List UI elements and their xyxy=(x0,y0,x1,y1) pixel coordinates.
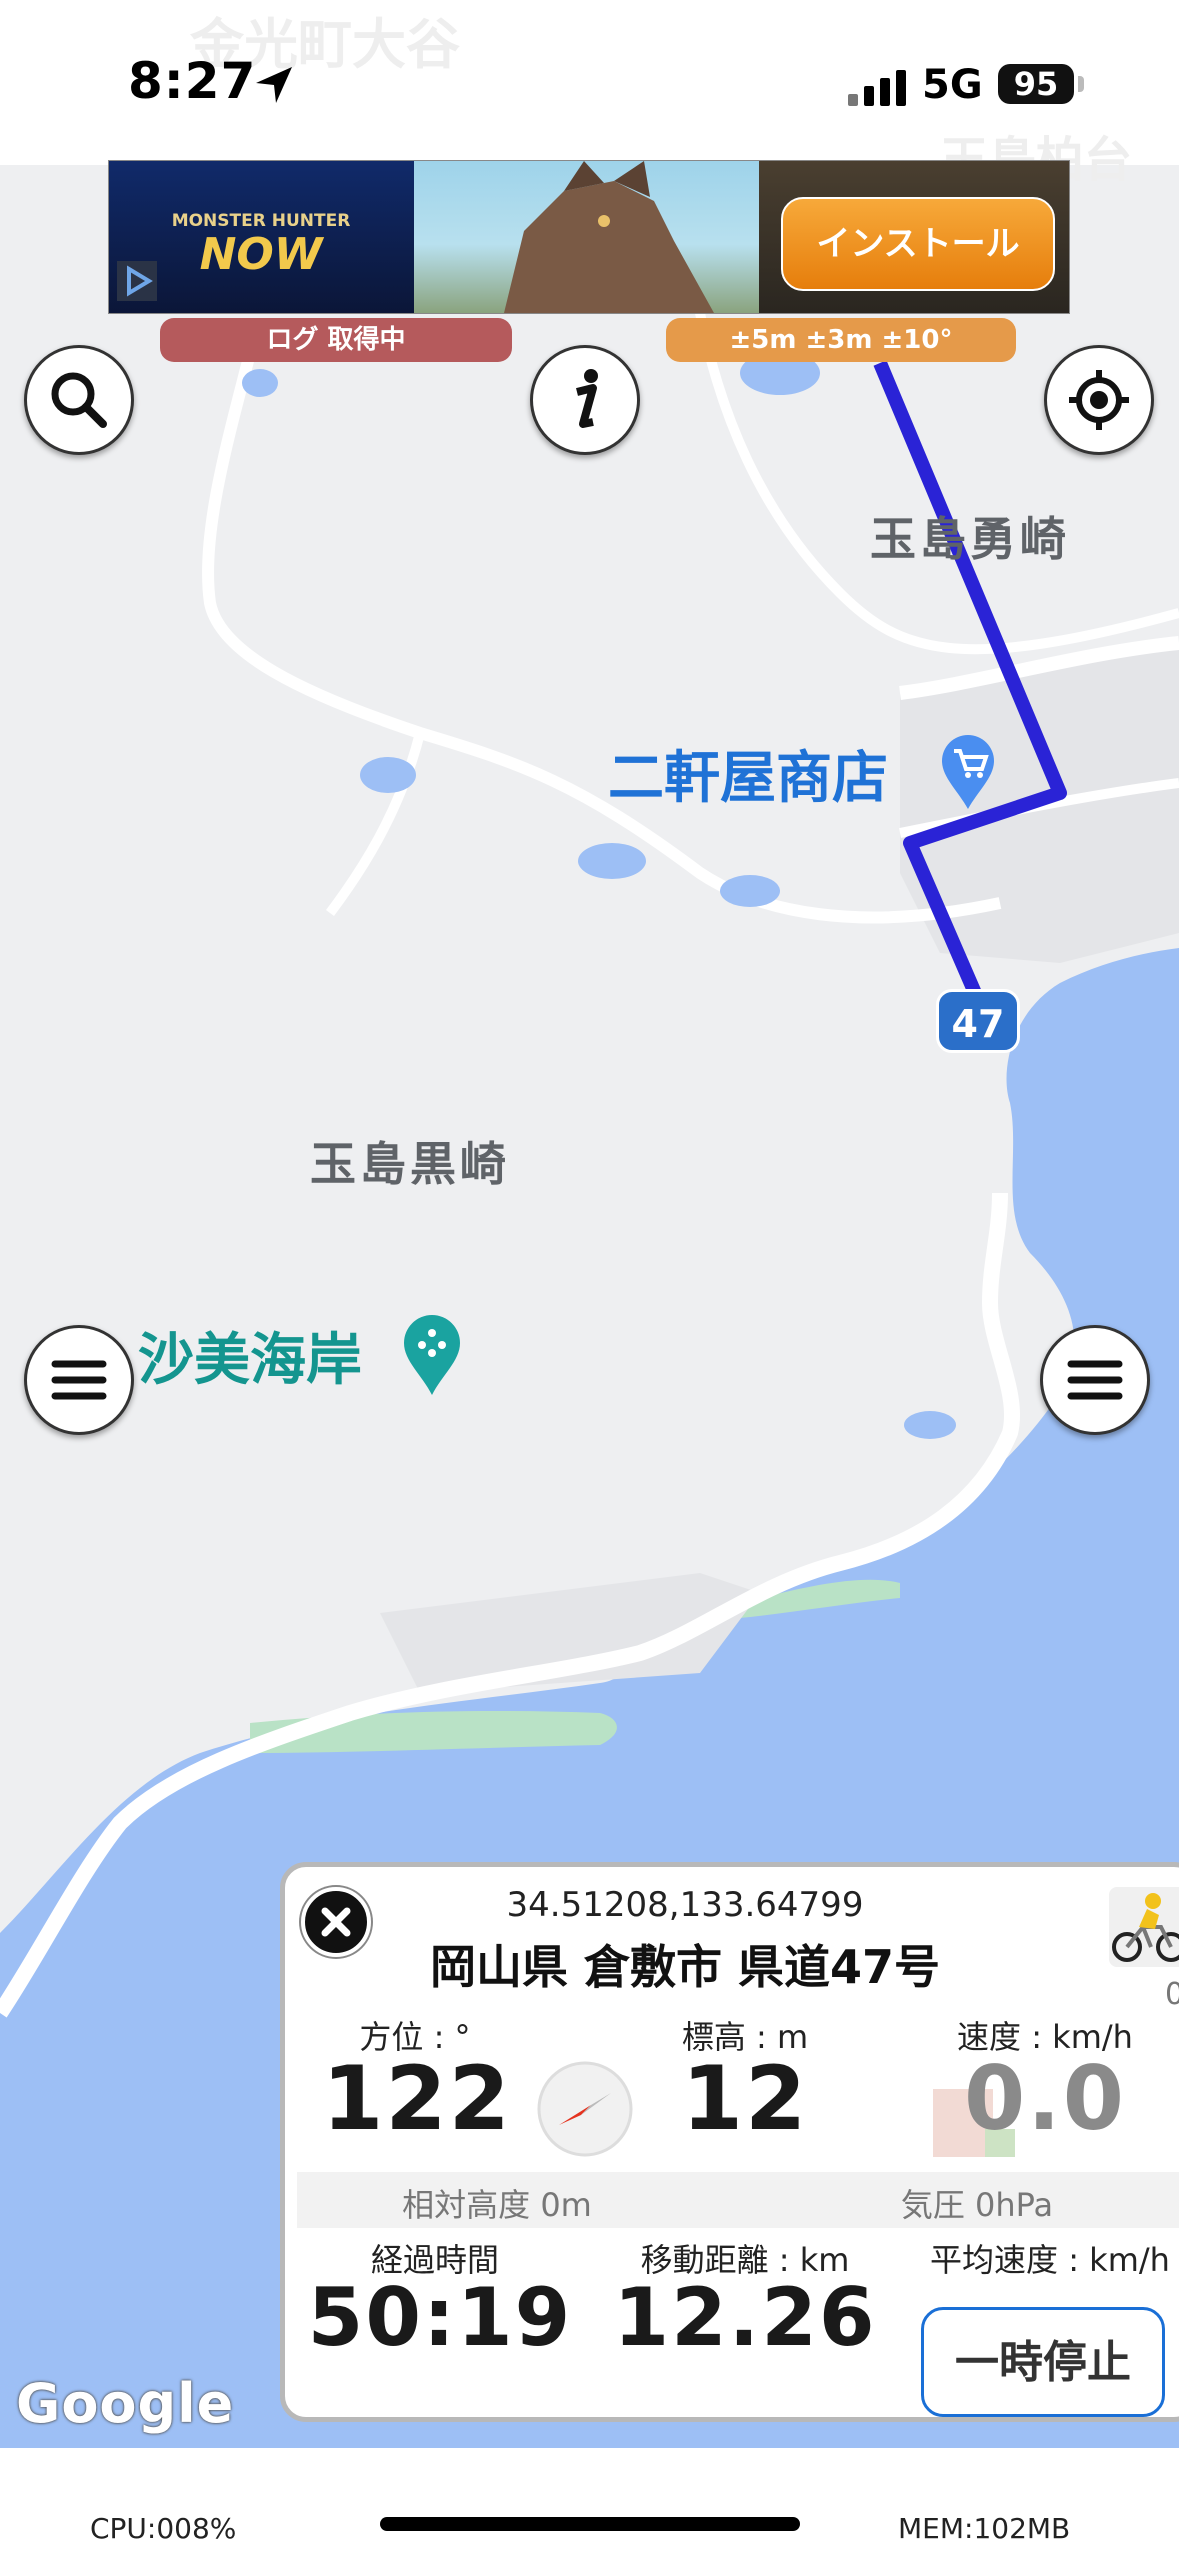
map-label-tamashima-yuzaki: 玉島勇崎 xyxy=(870,512,1070,566)
relative-altitude: 相対高度 0m xyxy=(402,2186,592,2224)
battery-icon: 95 xyxy=(998,64,1074,104)
log-status-pill: ログ 取得中 xyxy=(160,318,512,362)
hamburger-icon xyxy=(51,1360,107,1400)
crosshair-icon xyxy=(1069,370,1129,430)
menu-button-left[interactable] xyxy=(24,1325,134,1435)
network-type: 5G xyxy=(922,62,983,108)
elapsed-value: 50:19 xyxy=(307,2271,573,2364)
bicycle-mode-button[interactable] xyxy=(1109,1887,1179,1967)
accuracy-pill: ±5m ±3m ±10° xyxy=(666,318,1016,362)
distance-value: 12.26 xyxy=(613,2271,877,2364)
poi-nikenya-shoten[interactable]: 二軒屋商店 xyxy=(608,733,888,814)
mode-edge-char: 0 xyxy=(1165,1977,1179,2012)
ad-image xyxy=(414,161,759,313)
ad-choices-icon[interactable] xyxy=(117,261,157,301)
ad-logo-top: MONSTER HUNTER xyxy=(171,211,351,231)
home-indicator[interactable] xyxy=(380,2517,800,2531)
location-arrow-icon xyxy=(256,67,292,103)
altitude-value: 12 xyxy=(681,2047,809,2150)
search-icon xyxy=(51,372,107,428)
signal-icon xyxy=(848,70,906,106)
pressure-row: 相対高度 0m 気圧 0hPa xyxy=(297,2172,1179,2228)
battery-cap xyxy=(1078,76,1084,92)
shopping-cart-pin-icon[interactable] xyxy=(938,731,998,811)
coordinates: 34.51208,133.64799 xyxy=(506,1885,864,1925)
memory-usage: MEM:102MB xyxy=(898,2512,1071,2545)
pause-button[interactable]: 一時停止 xyxy=(921,2307,1165,2417)
cyclist-icon xyxy=(1112,1893,1179,1962)
info-icon xyxy=(576,369,598,428)
search-button[interactable] xyxy=(24,345,134,455)
cpu-usage: CPU:008% xyxy=(90,2512,237,2545)
monster-image xyxy=(504,161,714,313)
speed-value: 0.0 xyxy=(964,2047,1126,2150)
status-time: 8:27 xyxy=(128,52,257,110)
ad-install-button[interactable]: インストール xyxy=(781,197,1055,291)
hamburger-icon xyxy=(1067,1360,1123,1400)
info-button[interactable] xyxy=(530,345,640,455)
google-logo: Google xyxy=(16,2372,235,2435)
info-panel: 34.51208,133.64799 岡山県 倉敷市 県道47号 0 方位 : … xyxy=(280,1862,1179,2422)
map-label-tamashima-kurosaki: 玉島黒崎 xyxy=(310,1137,510,1191)
menu-button-right[interactable] xyxy=(1040,1325,1150,1435)
beach-pin-icon[interactable] xyxy=(400,1313,464,1397)
poi-samikaigan[interactable]: 沙美海岸 xyxy=(138,1315,362,1396)
ad-logo-main: NOW xyxy=(199,229,323,280)
route-47-shield: 47 xyxy=(936,989,1020,1053)
compass-icon xyxy=(537,2061,633,2157)
pressure: 気圧 0hPa xyxy=(900,2186,1054,2224)
locate-button[interactable] xyxy=(1044,345,1154,455)
bearing-value: 122 xyxy=(322,2047,512,2150)
avg-speed-label: 平均速度 : km/h xyxy=(930,2241,1170,2279)
address: 岡山県 倉敷市 県道47号 xyxy=(429,1940,941,1994)
ad-banner[interactable]: MONSTER HUNTER NOW インストール xyxy=(108,160,1070,314)
